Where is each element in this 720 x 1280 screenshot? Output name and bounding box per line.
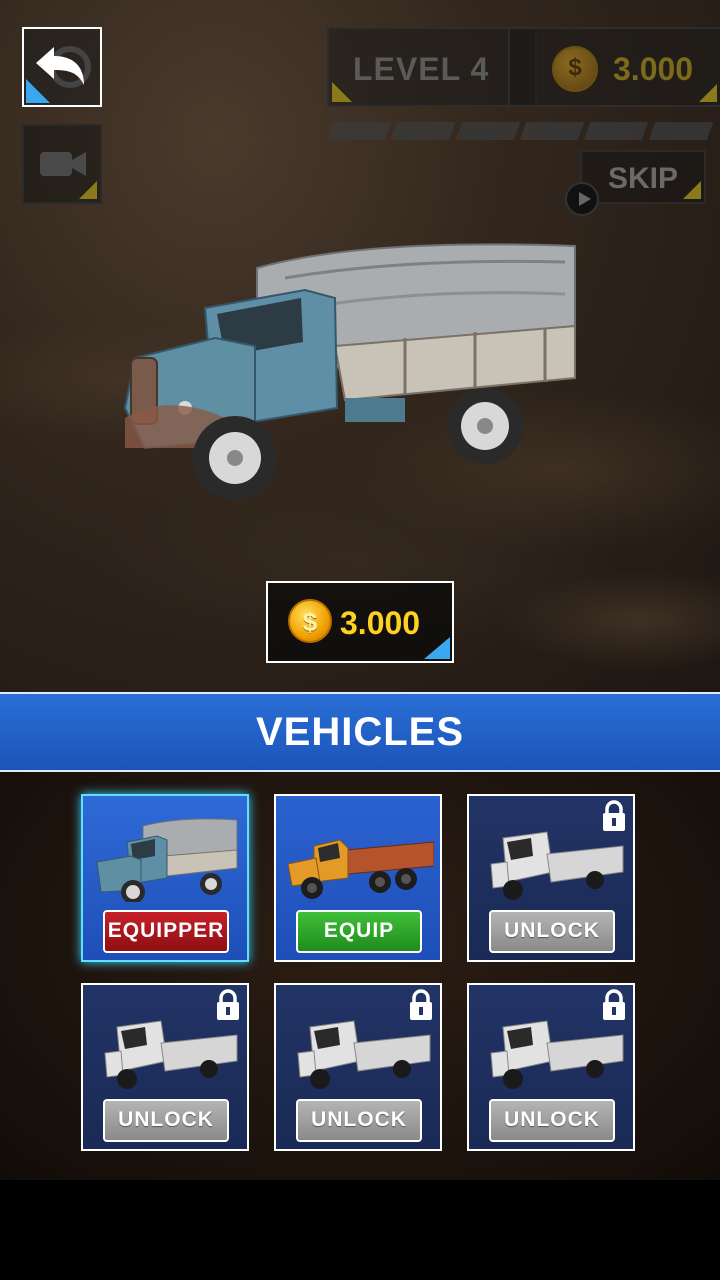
level-progress-bar	[326, 122, 714, 140]
vehicle-card-locked[interactable]: UNLOCK	[467, 983, 635, 1151]
equipped-button[interactable]: EQUIPPER	[103, 910, 229, 953]
coin-icon: $	[552, 46, 598, 92]
vehicle-card-locked[interactable]: UNLOCK	[467, 794, 635, 962]
level-indicator: LEVEL 4	[327, 27, 537, 107]
unlock-button[interactable]: UNLOCK	[296, 1099, 422, 1142]
vehicles-title: VEHICLES	[255, 710, 465, 754]
vehicle-price-value: 3.000	[340, 605, 421, 641]
vehicle-card-locked[interactable]: UNLOCK	[81, 983, 249, 1151]
unlock-button[interactable]: UNLOCK	[489, 1099, 615, 1142]
unlock-button[interactable]: UNLOCK	[489, 910, 615, 953]
white-pickup-thumbnail	[297, 1020, 431, 1089]
orange-truck-thumbnail	[287, 839, 434, 899]
level-label: LEVEL 4	[353, 51, 490, 87]
vehicle-card-covered-truck[interactable]: EQUIPPER	[81, 794, 249, 962]
vehicle-grid: EQUIPPER EQUIP UNLOCK UNLOCK UNLOCK UNLO…	[0, 772, 720, 1180]
coin-balance: $ 3.000	[508, 27, 720, 107]
selected-vehicle-preview	[123, 243, 576, 500]
equip-button[interactable]: EQUIP	[296, 910, 422, 953]
coin-balance-value: 3.000	[613, 51, 694, 87]
white-pickup-thumbnail	[490, 1020, 624, 1089]
skip-button[interactable]: SKIP	[580, 150, 706, 204]
bottom-bar	[0, 1180, 720, 1280]
play-ad-icon[interactable]	[565, 182, 599, 216]
white-pickup-thumbnail	[490, 831, 624, 900]
coin-icon: $	[288, 599, 332, 643]
unlock-button[interactable]: UNLOCK	[103, 1099, 229, 1142]
covered-truck-thumbnail	[96, 818, 238, 902]
vehicle-price: $ 3.000	[266, 581, 454, 663]
camera-button[interactable]	[22, 124, 102, 204]
back-button[interactable]	[22, 27, 102, 107]
vehicles-header: VEHICLES	[0, 692, 720, 772]
vehicle-card-orange-truck[interactable]: EQUIP	[274, 794, 442, 962]
game-scene-background: LEVEL 4 $ 3.000 SKIP $ 3.000	[0, 0, 720, 692]
vehicle-card-locked[interactable]: UNLOCK	[274, 983, 442, 1151]
white-pickup-thumbnail	[104, 1020, 238, 1089]
